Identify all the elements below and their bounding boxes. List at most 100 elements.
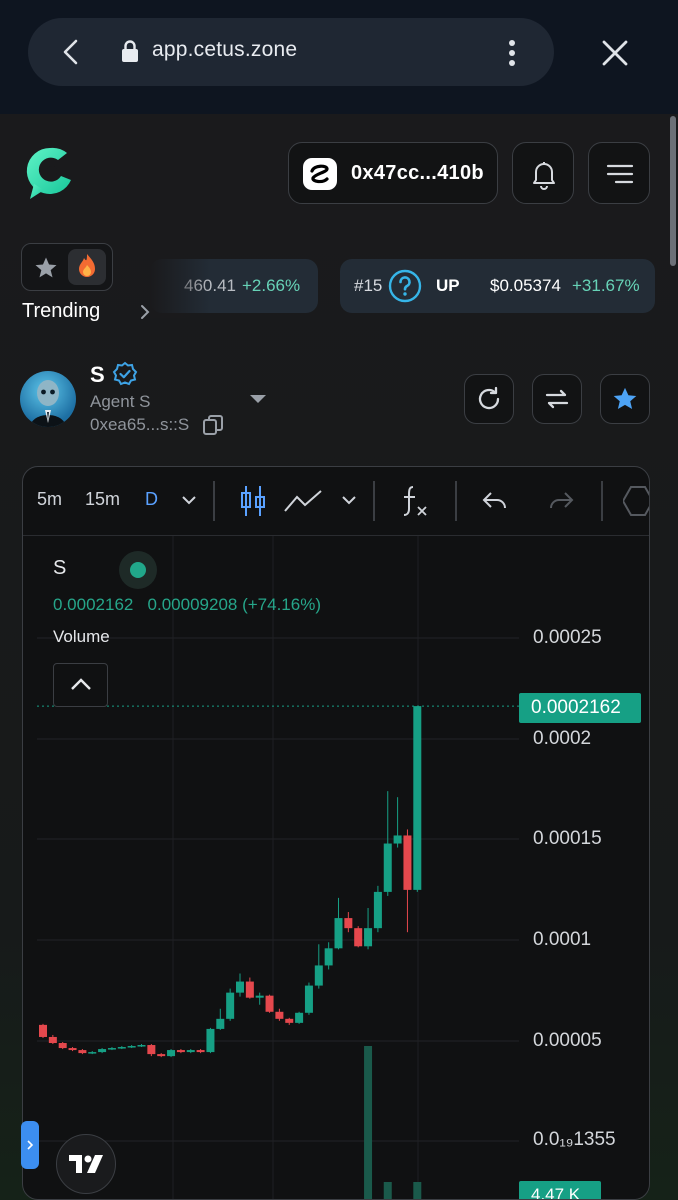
candle: [157, 1054, 166, 1057]
candle: [216, 1018, 225, 1029]
last-price-tag: 0.0002162: [519, 693, 641, 723]
candle: [58, 1043, 67, 1049]
y-tick: 0.0001: [533, 929, 592, 950]
candle: [373, 891, 382, 929]
candle: [403, 835, 412, 890]
ticker-change: +2.66%: [242, 276, 301, 295]
side-panel-handle[interactable]: [21, 1121, 39, 1169]
y-tick: 0.00005: [533, 1030, 602, 1051]
candle: [206, 1028, 215, 1053]
browser-toolbar: app.cetus.zone: [0, 0, 678, 114]
scrollbar[interactable]: [670, 116, 676, 266]
favorite-button[interactable]: [600, 374, 650, 424]
candle: [167, 1050, 176, 1057]
candle: [186, 1050, 195, 1053]
wallet-logo-icon: [303, 158, 337, 190]
candle: [68, 1048, 77, 1051]
wallet-button[interactable]: 0x47cc...410b: [288, 142, 498, 204]
candle: [255, 995, 264, 998]
candle: [196, 1050, 205, 1053]
candle: [295, 1012, 304, 1023]
candle: [354, 928, 363, 947]
help-token-icon: [388, 269, 422, 303]
indicators-icon[interactable]: [399, 483, 429, 519]
url-text[interactable]: app.cetus.zone: [152, 38, 297, 62]
y-tick: 0.00015: [533, 828, 602, 849]
undo-icon[interactable]: [481, 489, 509, 513]
wallet-address: 0x47cc...410b: [351, 162, 484, 184]
token-symbol: S: [90, 362, 105, 387]
y-tick: 0.00025: [533, 627, 602, 648]
close-icon[interactable]: [600, 38, 630, 68]
chevron-down-icon[interactable]: [341, 495, 357, 505]
toolbar-divider: [373, 481, 375, 521]
candle: [226, 992, 235, 1019]
ticker-item[interactable]: #15 UP $0.05374 +31.67%: [340, 259, 655, 313]
candle: [344, 918, 353, 929]
tradingview-icon: [69, 1155, 103, 1173]
candle: [314, 965, 323, 986]
notifications-button[interactable]: [512, 142, 574, 204]
chart-toolbar: 5m 15m D: [23, 467, 650, 535]
line-chart-icon[interactable]: [283, 487, 323, 515]
address-bar[interactable]: app.cetus.zone: [28, 18, 554, 86]
candle: [39, 1024, 47, 1037]
swap-button[interactable]: [532, 374, 582, 424]
more-vert-icon[interactable]: [502, 38, 522, 68]
trending-toggle[interactable]: [21, 243, 113, 291]
candles-icon[interactable]: [239, 483, 267, 519]
back-icon[interactable]: [58, 38, 84, 66]
ticker-fade: [150, 256, 210, 318]
ticker-rank: #15: [354, 276, 383, 295]
chevron-down-icon[interactable]: [181, 495, 197, 505]
candle: [265, 995, 274, 1012]
y-tick: 0.0002: [533, 728, 592, 749]
menu-button[interactable]: [588, 142, 650, 204]
candle: [137, 1045, 146, 1047]
ticker-change: +31.67%: [572, 276, 640, 295]
candle: [324, 948, 333, 966]
refresh-button[interactable]: [464, 374, 514, 424]
interval-5m[interactable]: 5m: [37, 489, 62, 510]
candle: [48, 1036, 57, 1044]
chevron-right-icon: [27, 1140, 34, 1150]
candle: [98, 1049, 107, 1053]
collapse-legend-button[interactable]: [53, 663, 108, 707]
interval-d[interactable]: D: [145, 489, 158, 510]
verified-icon: [112, 361, 138, 386]
volume-bar: [413, 1182, 422, 1199]
status-dot-icon: [119, 551, 157, 589]
caret-down-icon[interactable]: [248, 393, 268, 405]
chevron-up-icon: [71, 678, 91, 690]
candle: [393, 835, 402, 844]
candle: [88, 1052, 97, 1054]
candle: [383, 843, 392, 892]
volume-tag: 4.47 K: [519, 1181, 601, 1199]
menu-icon: [606, 164, 634, 184]
candle: [78, 1050, 87, 1054]
price-chart[interactable]: 5m 15m D S 0.0002162 0.00009208 (+74.16%…: [22, 466, 650, 1200]
token-name: Agent S: [90, 392, 151, 411]
candle: [107, 1048, 116, 1050]
lock-icon: [122, 40, 138, 62]
cetus-logo-icon[interactable]: [24, 144, 76, 202]
tradingview-logo[interactable]: [56, 1134, 116, 1194]
interval-15m[interactable]: 15m: [85, 489, 120, 510]
token-avatar: [20, 371, 76, 427]
star-icon[interactable]: [32, 254, 60, 282]
candle: [236, 981, 244, 993]
copy-icon[interactable]: [202, 414, 224, 436]
candle: [285, 1018, 294, 1023]
ticker-symbol: UP: [436, 276, 460, 295]
redo-icon[interactable]: [547, 489, 575, 513]
settings-icon[interactable]: [623, 485, 650, 517]
candle: [304, 985, 313, 1013]
candle: [413, 706, 422, 890]
candle: [275, 1011, 284, 1019]
legend-values: 0.0002162 0.00009208 (+74.16%): [53, 595, 321, 615]
fire-icon[interactable]: [68, 249, 106, 285]
ticker-price: $0.05374: [490, 276, 561, 295]
candle: [147, 1045, 156, 1055]
trending-label[interactable]: Trending: [22, 300, 100, 323]
y-tick: 0.0₁₉1355: [533, 1129, 616, 1150]
